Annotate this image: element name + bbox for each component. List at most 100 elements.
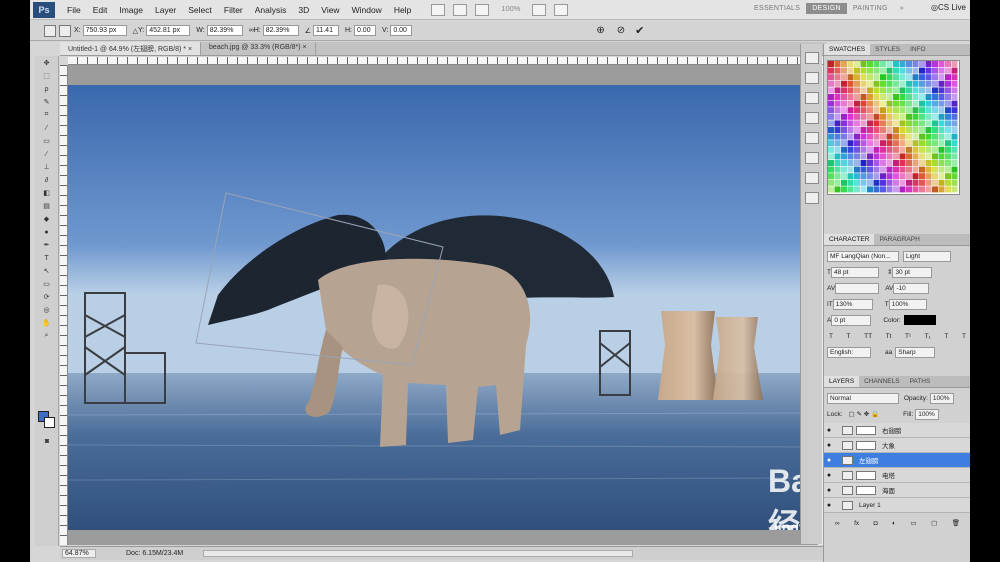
swatch-cell[interactable] (893, 127, 899, 133)
swatch-cell[interactable] (951, 74, 958, 81)
swatch-cell[interactable] (847, 153, 854, 160)
navigator-icon[interactable] (804, 192, 819, 204)
quick-select-tool-icon[interactable]: ✎ (40, 96, 54, 108)
swatch-cell[interactable] (951, 153, 958, 160)
eyedropper-tool-icon[interactable]: ⁄ (40, 122, 54, 134)
swatch-cell[interactable] (841, 61, 847, 67)
swatch-cell[interactable] (893, 61, 899, 67)
swatch-cell[interactable] (873, 87, 880, 94)
eye-icon[interactable]: ● (824, 502, 834, 509)
swatch-cell[interactable] (841, 113, 847, 120)
swatch-cell[interactable] (925, 113, 932, 120)
swatch-cell[interactable] (867, 133, 873, 140)
swatch-cell[interactable] (893, 80, 899, 87)
swatch-cell[interactable] (951, 94, 958, 100)
lasso-tool-icon[interactable]: ρ (40, 83, 54, 95)
swatch-cell[interactable] (828, 153, 834, 160)
swatch-cell[interactable] (873, 146, 880, 153)
swatch-cell[interactable] (867, 186, 873, 193)
leading-field[interactable]: 30 pt (892, 266, 933, 278)
swatch-cell[interactable] (847, 146, 854, 153)
swatch-cell[interactable] (932, 166, 938, 173)
swatch-cell[interactable] (886, 160, 893, 166)
swatch-cell[interactable] (893, 186, 899, 193)
angle-field[interactable]: 11.41 (312, 25, 339, 36)
swatch-cell[interactable] (828, 113, 834, 120)
swatch-cell[interactable] (951, 133, 958, 140)
swatch-cell[interactable] (906, 107, 912, 114)
swatch-cell[interactable] (912, 153, 919, 160)
add-mask-icon[interactable]: ◘ (874, 520, 878, 527)
swatch-cell[interactable] (834, 67, 841, 74)
type-tool-icon[interactable]: T (40, 252, 54, 264)
swatch-cell[interactable] (906, 173, 912, 180)
swatch-cell[interactable] (828, 100, 834, 107)
swatch-cell[interactable] (834, 153, 841, 160)
marquee-tool-icon[interactable]: ⬚ (40, 70, 54, 82)
eye-icon[interactable]: ● (824, 472, 834, 479)
swatch-cell[interactable] (945, 186, 951, 193)
tab-swatches[interactable]: SWATCHES (824, 44, 871, 55)
swatch-cell[interactable] (860, 94, 867, 100)
swatch-cell[interactable] (828, 74, 834, 81)
swatch-cell[interactable] (919, 179, 925, 186)
swatch-cell[interactable] (906, 120, 912, 127)
swatch-cell[interactable] (906, 80, 912, 87)
tab-character[interactable]: CHARACTER (824, 234, 875, 245)
swatch-cell[interactable] (899, 107, 906, 114)
language-select[interactable]: English: USA (827, 346, 871, 358)
font-family-select[interactable]: MF LangQian (Non... (827, 250, 899, 262)
tab-styles[interactable]: STYLES (870, 44, 905, 55)
swatch-cell[interactable] (854, 160, 860, 166)
swatch-cell[interactable] (932, 61, 938, 67)
swatch-cell[interactable] (873, 61, 880, 67)
canvas-area[interactable]: Baidu 经验 jingyan.baidu.com (68, 65, 826, 545)
font-size-field[interactable]: 48 pt (830, 266, 879, 278)
swatch-cell[interactable] (899, 173, 906, 180)
swatch-cell[interactable] (919, 127, 925, 133)
swatch-cell[interactable] (847, 87, 854, 94)
3d-orbit-tool-icon[interactable]: ◎ (40, 304, 54, 316)
swatch-cell[interactable] (912, 173, 919, 180)
swatch-cell[interactable] (828, 94, 834, 100)
swatch-cell[interactable] (847, 67, 854, 74)
swatch-cell[interactable] (854, 166, 860, 173)
eye-icon[interactable]: ● (824, 457, 834, 464)
swatch-cell[interactable] (873, 173, 880, 180)
zoom-level-dropdown[interactable]: 100% (501, 4, 520, 16)
swatch-cell[interactable] (880, 140, 886, 147)
close-icon[interactable]: × (303, 44, 307, 51)
swatch-cell[interactable] (834, 179, 841, 186)
menu-3d[interactable]: 3D (292, 5, 315, 15)
zoom-tool-icon[interactable]: ⌕ (40, 330, 54, 342)
swatch-cell[interactable] (873, 179, 880, 186)
swatch-cell[interactable] (938, 146, 945, 153)
menu-select[interactable]: Select (182, 5, 218, 15)
swatch-cell[interactable] (938, 127, 945, 133)
swatch-cell[interactable] (873, 74, 880, 81)
swatch-cell[interactable] (932, 186, 938, 193)
swatch-cell[interactable] (841, 173, 847, 180)
arrange-documents-icon[interactable] (532, 3, 547, 16)
swatch-cell[interactable] (925, 133, 932, 140)
swatch-cell[interactable] (932, 173, 938, 180)
swatch-cell[interactable] (886, 153, 893, 160)
swatch-cell[interactable] (951, 80, 958, 87)
swatch-cell[interactable] (880, 173, 886, 180)
swatch-cell[interactable] (945, 179, 951, 186)
swatch-cell[interactable] (828, 140, 834, 147)
masks-icon[interactable] (804, 152, 819, 164)
swatch-cell[interactable] (906, 146, 912, 153)
swatch-cell[interactable] (867, 127, 873, 133)
commit-transform-icon[interactable]: ✔ (635, 24, 644, 37)
quick-mask-icon[interactable]: ◙ (40, 435, 54, 447)
swatch-cell[interactable] (880, 80, 886, 87)
swatch-cell[interactable] (945, 80, 951, 87)
swatch-cell[interactable] (919, 140, 925, 147)
swatch-cell[interactable] (834, 146, 841, 153)
workspace-painting[interactable]: PAINTING (847, 3, 894, 14)
swatch-cell[interactable] (919, 80, 925, 87)
swatch-cell[interactable] (938, 166, 945, 173)
swatch-cell[interactable] (854, 113, 860, 120)
new-group-icon[interactable]: ▭ (910, 519, 916, 527)
